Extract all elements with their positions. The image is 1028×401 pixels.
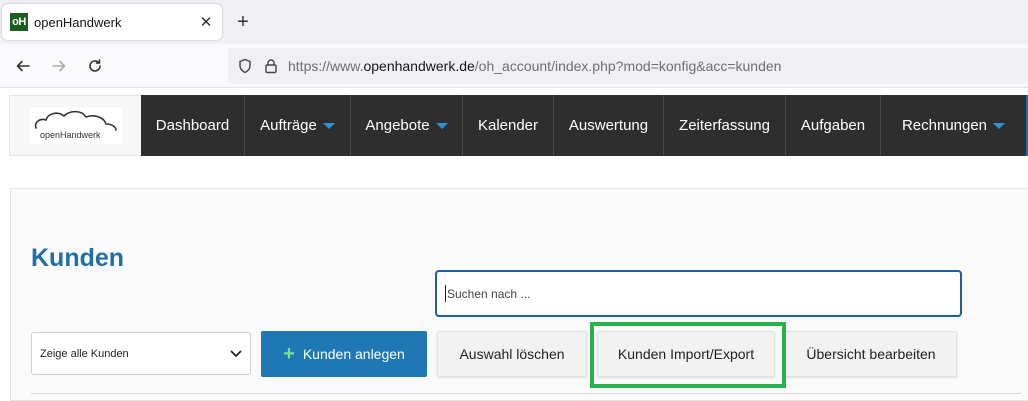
url-host: openhandwerk.de: [363, 58, 475, 74]
browser-nav-bar: https://www.openhandwerk.de/oh_account/i…: [0, 44, 1028, 88]
menu-item-label: Angebote: [365, 117, 430, 134]
clear-selection-label: Auswahl löschen: [459, 346, 565, 362]
new-tab-icon[interactable]: +: [232, 10, 254, 34]
search-input[interactable]: [437, 272, 960, 315]
chevron-down-icon: [230, 350, 242, 357]
back-arrow-icon[interactable]: [10, 54, 36, 78]
create-customer-label: Kunden anlegen: [302, 346, 405, 362]
clear-selection-button[interactable]: Auswahl löschen: [437, 331, 587, 377]
menu-item-angebote[interactable]: Angebote: [351, 95, 463, 156]
import-export-button[interactable]: Kunden Import/Export: [597, 331, 775, 377]
tab-title: openHandwerk: [34, 14, 122, 30]
menu-item-aufgaben[interactable]: Aufgaben: [786, 95, 881, 156]
menu-item-label: Aufgaben: [800, 117, 866, 134]
app-header: openHandwerk Dashboard Aufträge Angebote…: [9, 95, 1028, 156]
create-customer-button[interactable]: + Kunden anlegen: [261, 331, 427, 377]
lock-icon[interactable]: [260, 55, 282, 77]
edit-overview-button[interactable]: Übersicht bearbeiten: [785, 331, 957, 377]
shield-icon[interactable]: [234, 55, 256, 77]
plus-icon: +: [283, 343, 295, 365]
close-tab-icon[interactable]: ✕: [196, 12, 216, 32]
main-menu: Dashboard Aufträge Angebote Kalender Aus…: [141, 95, 1028, 156]
forward-arrow-icon[interactable]: [46, 54, 72, 78]
url-path: /oh_account/index.php?mod=konfig&acc=kun…: [474, 58, 782, 74]
browser-tab[interactable]: oH openHandwerk ✕: [2, 4, 222, 40]
logo-text: openHandwerk: [40, 130, 101, 140]
cloud-logo-icon: [34, 110, 117, 131]
table-divider: [31, 393, 1021, 394]
menu-item-auftraege[interactable]: Aufträge: [245, 95, 351, 156]
menu-item-zeiterfassung[interactable]: Zeiterfassung: [664, 95, 786, 156]
menu-item-kalender[interactable]: Kalender: [463, 95, 554, 156]
chevron-down-icon: [322, 122, 335, 129]
menu-item-rechnungen[interactable]: Rechnungen: [881, 95, 1026, 156]
url-prefix: https://www.: [288, 58, 364, 74]
browser-tab-bar: oH openHandwerk ✕ +: [0, 0, 1028, 44]
reload-icon[interactable]: [82, 54, 108, 78]
address-bar[interactable]: https://www.openhandwerk.de/oh_account/i…: [228, 48, 1028, 84]
text-cursor: [445, 285, 446, 302]
menu-item-label: Rechnungen: [901, 117, 988, 134]
url-text: https://www.openhandwerk.de/oh_account/i…: [288, 58, 781, 74]
chevron-down-icon: [435, 122, 448, 129]
menu-item-label: Aufträge: [260, 117, 317, 134]
search-box[interactable]: [435, 270, 962, 317]
app-logo[interactable]: openHandwerk: [30, 108, 122, 144]
page-title: Kunden: [31, 244, 125, 272]
filter-selected-label: Zeige alle Kunden: [40, 347, 129, 360]
menu-item-label: Kalender: [477, 117, 539, 134]
menu-item-dashboard[interactable]: Dashboard: [141, 95, 245, 156]
site-favicon-icon: oH: [10, 13, 28, 31]
customer-filter-select[interactable]: Zeige alle Kunden: [31, 332, 251, 375]
chevron-down-icon: [993, 122, 1006, 129]
edit-overview-label: Übersicht bearbeiten: [806, 346, 936, 362]
menu-item-label: Auswertung: [568, 117, 649, 134]
import-export-label: Kunden Import/Export: [617, 346, 755, 362]
menu-item-label: Zeiterfassung: [679, 117, 770, 134]
menu-item-label: Dashboard: [155, 117, 230, 134]
menu-item-auswertung[interactable]: Auswertung: [554, 95, 664, 156]
